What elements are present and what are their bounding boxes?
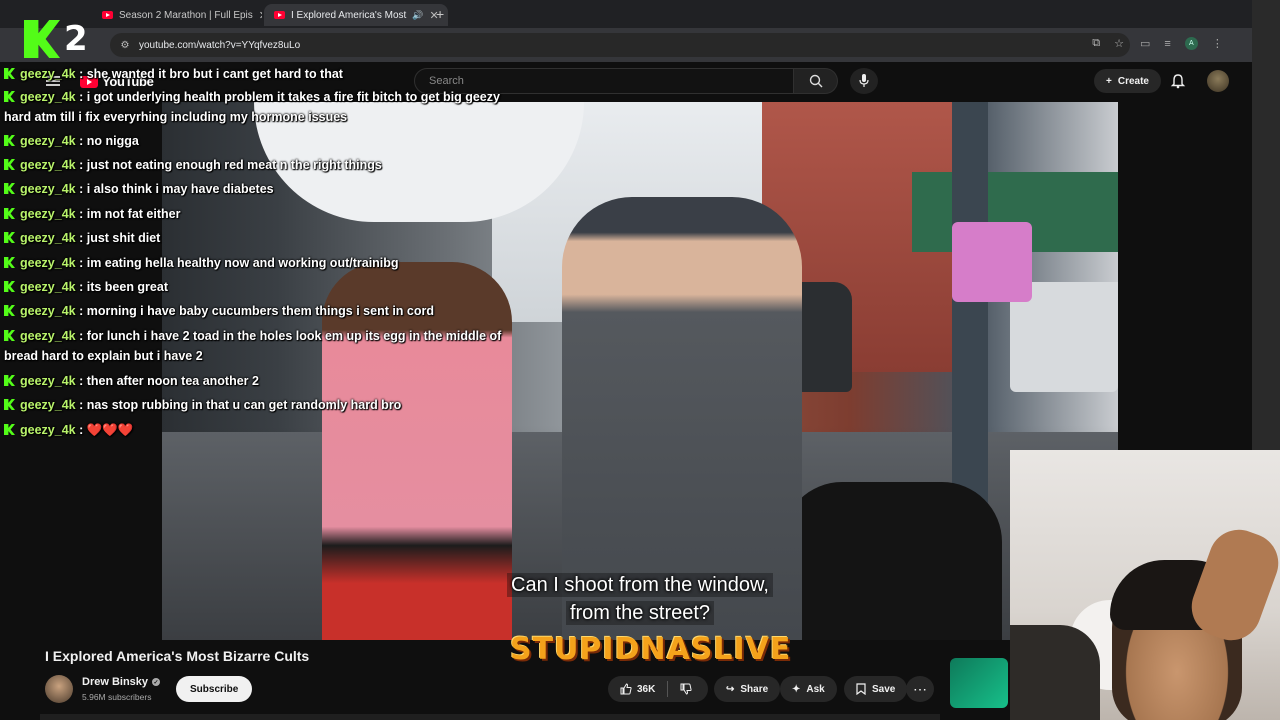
- omnibox-actions: ⧉ ☆: [1092, 37, 1124, 50]
- chat-message: geezy_4k : morning i have baby cucumbers…: [4, 299, 434, 323]
- kick-badge-icon: [4, 424, 15, 435]
- side-panel-icon[interactable]: ▭: [1140, 37, 1150, 50]
- extensions-icon[interactable]: ≡: [1164, 38, 1170, 50]
- account-avatar[interactable]: [1207, 70, 1229, 92]
- notifications-bell-icon[interactable]: [1170, 73, 1186, 89]
- kick-k-icon: [24, 20, 60, 58]
- like-button[interactable]: 36K: [620, 683, 655, 695]
- close-tab-icon[interactable]: ✕: [259, 9, 262, 22]
- youtube-favicon-icon: [274, 11, 285, 19]
- new-tab-button[interactable]: +: [436, 6, 444, 22]
- voice-search-button[interactable]: [850, 68, 878, 94]
- webcam-shoulder: [1010, 625, 1100, 720]
- kick-badge-icon: [4, 375, 15, 386]
- chat-message: geezy_4k : im eating hella healthy now a…: [4, 251, 399, 275]
- search-icon: [809, 74, 822, 88]
- chat-message: geezy_4k : its been great: [4, 275, 168, 299]
- chat-message: geezy_4k : for lunch i have 2 toad in th…: [4, 329, 502, 363]
- ask-label: Ask: [806, 683, 825, 695]
- kick-badge-icon: [4, 208, 15, 219]
- create-button[interactable]: + Create: [1094, 69, 1161, 93]
- tab-season-2-marathon[interactable]: Season 2 Marathon | Full Epis ✕: [92, 4, 262, 26]
- channel-name-link[interactable]: Drew Binsky ✓: [82, 676, 161, 688]
- tab-label: Season 2 Marathon | Full Epis: [119, 9, 253, 21]
- microphone-icon: [859, 74, 869, 87]
- thumbs-up-icon: [620, 683, 632, 695]
- tab-label: I Explored America's Most: [291, 9, 407, 21]
- kick-badge-icon: [4, 281, 15, 292]
- site-info-icon[interactable]: ⚙: [119, 39, 131, 51]
- kick-channel-logo: 2: [24, 18, 96, 60]
- channel-name: Drew Binsky: [82, 676, 149, 688]
- search-input[interactable]: [427, 74, 771, 88]
- share-label: Share: [740, 683, 769, 695]
- chat-message: geezy_4k : i got underlying health probl…: [4, 90, 500, 124]
- bookmark-icon: [856, 683, 866, 695]
- subscribe-button[interactable]: Subscribe: [176, 676, 253, 702]
- more-actions-button[interactable]: ⋯: [906, 676, 934, 702]
- kick-badge-icon: [4, 257, 15, 268]
- bookmark-star-icon[interactable]: ☆: [1114, 37, 1124, 50]
- omnibox[interactable]: ⚙ youtube.com/watch?v=YYqfvez8uLo: [110, 33, 1130, 57]
- kick-badge-icon: [4, 135, 15, 146]
- save-label: Save: [872, 683, 896, 695]
- more-horizontal-icon: ⋯: [913, 680, 927, 697]
- chat-message: geezy_4k : she wanted it bro but i cant …: [4, 62, 343, 86]
- save-button[interactable]: Save: [844, 676, 908, 702]
- channel-avatar[interactable]: [45, 675, 73, 703]
- tab-explored-americas-most[interactable]: I Explored America's Most 🔊 ✕: [264, 4, 448, 26]
- kick-logo-number: 2: [64, 19, 88, 59]
- subtitle-line-2: from the street?: [162, 601, 1118, 625]
- browser-menu-icon[interactable]: ⋮: [1212, 37, 1223, 50]
- extension-toolbar: ▭ ≡ A ⋮: [1140, 37, 1223, 50]
- kick-badge-icon: [4, 91, 15, 102]
- video-title: I Explored America's Most Bizarre Cults: [45, 648, 310, 664]
- verified-check-icon: ✓: [152, 678, 161, 686]
- like-divider: [667, 681, 669, 697]
- chat-message: geezy_4k : im not fat either: [4, 202, 180, 226]
- profile-avatar-icon[interactable]: A: [1184, 37, 1198, 50]
- subscriber-count: 5.96M subscribers: [82, 692, 152, 702]
- like-count: 36K: [637, 683, 656, 695]
- ask-button[interactable]: ✦ Ask: [780, 676, 837, 702]
- window-edge: [1252, 0, 1280, 450]
- video-player[interactable]: Can I shoot from the window, from the st…: [162, 102, 1118, 640]
- chat-message: geezy_4k : then after noon tea another 2: [4, 369, 259, 393]
- chat-message: geezy_4k : just not eating enough red me…: [4, 153, 382, 177]
- youtube-favicon-icon: [102, 11, 113, 19]
- recommended-thumbnail[interactable]: [950, 658, 1008, 708]
- install-app-icon[interactable]: ⧉: [1092, 37, 1100, 50]
- plus-icon: +: [1106, 75, 1112, 87]
- chat-message: geezy_4k : just shit diet: [4, 226, 160, 250]
- thumbs-down-icon[interactable]: [680, 683, 692, 695]
- search-button[interactable]: [794, 68, 838, 94]
- chat-message: geezy_4k : no nigga: [4, 129, 139, 153]
- chat-message: geezy_4k : ❤️❤️❤️: [4, 418, 133, 442]
- streamer-webcam: [1010, 450, 1280, 720]
- speaker-icon[interactable]: 🔊: [412, 10, 423, 21]
- sparkle-icon: ✦: [792, 683, 801, 695]
- kick-badge-icon: [4, 183, 15, 194]
- like-dislike-group: 36K: [608, 676, 708, 702]
- share-button[interactable]: ↪ Share: [714, 676, 781, 702]
- kick-badge-icon: [4, 399, 15, 410]
- kick-badge-icon: [4, 68, 15, 79]
- create-label: Create: [1117, 75, 1149, 87]
- share-icon: ↪: [726, 683, 735, 695]
- kick-badge-icon: [4, 232, 15, 243]
- url-text: youtube.com/watch?v=YYqfvez8uLo: [139, 39, 301, 51]
- video-frame-pink-sign: [952, 222, 1032, 302]
- chat-message: geezy_4k : i also think i may have diabe…: [4, 177, 274, 201]
- kick-badge-icon: [4, 159, 15, 170]
- subtitle-line-1: Can I shoot from the window,: [162, 573, 1118, 597]
- description-panel-edge: [40, 714, 940, 720]
- kick-badge-icon: [4, 330, 15, 341]
- kick-badge-icon: [4, 305, 15, 316]
- stream-overlay-logo: STUPIDNASLIVE: [510, 632, 792, 667]
- chat-message: geezy_4k : nas stop rubbing in that u ca…: [4, 393, 401, 417]
